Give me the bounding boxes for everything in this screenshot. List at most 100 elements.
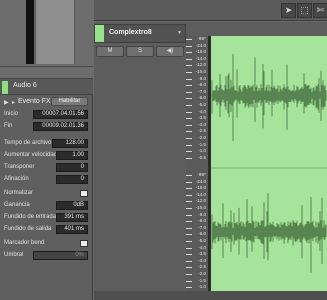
monitor-button[interactable]: ◀) [156,46,184,57]
meter-tick-line [186,124,192,126]
channel-divider [208,167,327,169]
meter-tick-label: -18.0 [195,49,206,55]
expand-triangle-icon[interactable]: ▶ [4,99,9,106]
meter-tick-label: -9.0 [198,75,206,81]
meter-tick-label: -2.0 [198,271,206,276]
inspector-scrollbar[interactable] [35,0,75,64]
threshold-row: Umbral 0% [0,251,93,261]
waveform-channel [211,53,327,142]
meter-tick-label: -2.5 [198,264,206,270]
meter-tick-line [186,254,192,256]
transpose-label: Transponer [4,164,35,170]
bottom-bar [94,291,327,300]
transpose-field[interactable]: 0 [56,163,88,172]
tuning-field[interactable]: 0 [56,175,88,184]
meter-tick-line [186,105,192,106]
bend-marker-row: Marcador bend [0,239,93,249]
speedup-row: Aumentar velocidad 1.00 [0,151,93,161]
file-tempo-field[interactable]: 128.00 [52,139,88,148]
meter-tick-line [186,241,192,242]
tuning-row: Afinación 0 [0,175,93,185]
meter-tick-line [186,208,192,209]
meter-tick-label: -2.5 [198,128,206,134]
meter-tick-label: -14.0 [195,55,206,61]
meter-tick-line [186,280,192,282]
threshold-field[interactable]: 0% [33,251,88,260]
meter-tick-line [186,52,192,54]
fade-out-label: Fundido de salida [4,226,52,232]
meter-tick-line [186,260,192,262]
fade-in-row: Fundido de entrada 391 ms [0,213,93,223]
meter-tick-line [186,58,192,60]
meter-tick-label: -2.0 [198,135,206,140]
arrow-tool-icon[interactable]: ➤ [281,3,296,18]
meter-tick-label: -12.0 [195,62,206,68]
waveform-display[interactable] [208,36,327,300]
meter-tick-line [186,91,192,93]
threshold-label: Umbral [4,252,24,258]
split-tool-icon[interactable]: ✄ [313,3,327,18]
divider [0,66,93,67]
clip-header[interactable]: Complextro8 ▼ [94,24,186,43]
meter-tick-line [186,85,192,87]
event-fx-label: Evento FX [18,98,51,105]
play-icon: ▸ [12,100,16,106]
meter-tick-label: -INF [197,172,206,177]
meter-tick-line [186,247,192,249]
meter-tick-label: -4.0 [198,244,206,250]
start-field[interactable]: 00007.04.01.56 [33,110,88,119]
meter-tick-label: -INF [197,36,206,41]
track-name: Audio 6 [13,82,37,89]
enable-button[interactable]: Habilitar [51,97,88,106]
meter-tick-label: -5.0 [198,238,206,243]
meter-tick-label: -6.0 [198,231,206,237]
end-row: Fin 00009.02.01.36 [0,122,93,132]
meter-tick-label: -7.0 [198,88,206,94]
speedup-field[interactable]: 1.00 [56,151,88,160]
meter-tick-label: -3.0 [198,257,206,263]
end-field[interactable]: 00009.02.01.36 [33,122,88,131]
meter-tick-line [186,131,192,133]
meter-tick-label: -1.5 [198,277,206,283]
fade-out-field[interactable]: 401 ms [56,225,88,234]
clip-left-edge [208,36,211,300]
mute-button[interactable]: M [96,46,124,57]
meter-tick-label: -14.0 [195,191,206,197]
meter-tick-label: -8.0 [198,218,206,224]
normalize-label: Normalizar [4,190,34,196]
meter-tick-label: -6.0 [198,95,206,101]
meter-tick-line [186,138,192,139]
speedup-label: Aumentar velocidad [4,152,58,158]
normalize-checkbox[interactable] [80,190,88,197]
start-label: Inicio [4,111,19,117]
meter-tick-line [186,39,192,40]
file-tempo-label: Tempo de archivo [4,140,52,146]
meter-tick-label: -7.0 [198,224,206,230]
bend-marker-checkbox[interactable] [80,240,88,247]
solo-button[interactable]: S [126,46,154,57]
meter-tick-label: -10.0 [195,69,206,74]
end-label: Fin [4,123,13,129]
meter-tick-label: -9.0 [198,211,206,217]
chevron-down-icon[interactable]: ▼ [177,30,182,36]
meter-tick-line [186,118,192,120]
meter-tick-label: -4.0 [198,108,206,114]
bend-marker-label: Marcador bend [4,240,45,246]
track-header[interactable]: Audio 6 [0,78,93,95]
meter-tick-line [186,287,192,289]
meter-tick-line [186,267,192,269]
meter-tick-label: -3.5 [198,115,206,121]
meter-tick-label: -3.0 [198,121,206,127]
tuning-label: Afinación [4,176,29,182]
meter-tick-line [186,181,192,183]
gain-field[interactable]: 0dB [56,201,88,210]
level-scale: -INF -24.0 -18.0 -14.0 -12.0 -10.0 -9.0 -8.0 -7.… [186,36,208,300]
meter-tick-line [186,201,192,203]
gain-row: Ganancia 0dB [0,201,93,211]
meter-tick-line [186,194,192,196]
event-fx-row: ▶ ▸ Evento FX Habilitar [0,96,93,108]
range-tool-icon[interactable]: ⬚ [297,3,312,18]
fade-in-field[interactable]: 391 ms [56,213,88,222]
meter-tick-line [186,214,192,216]
fade-out-row: Fundido de salida 401 ms [0,225,93,235]
